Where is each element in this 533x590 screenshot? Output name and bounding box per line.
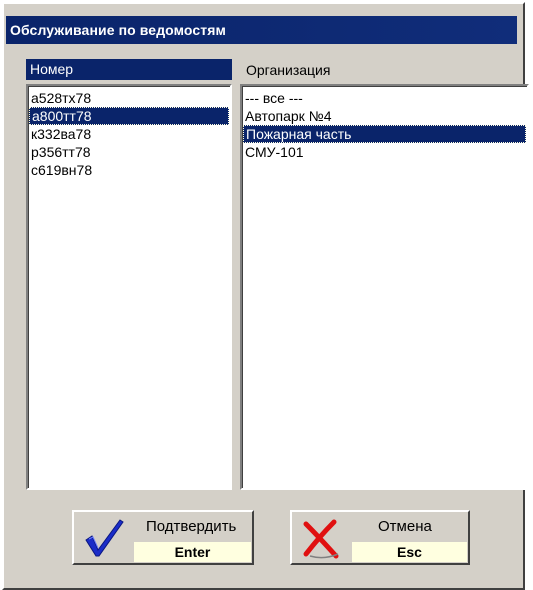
organization-list[interactable]: --- все --- Автопарк №4 Пожарная часть С… xyxy=(240,84,529,490)
checkmark-icon xyxy=(80,516,128,560)
number-list-item[interactable]: к332ва78 xyxy=(29,125,229,143)
number-list[interactable]: а528тх78 а800тт78 к332ва78 р356тт78 с619… xyxy=(26,84,232,490)
organization-list-item[interactable]: СМУ-101 xyxy=(243,143,526,161)
number-list-item[interactable]: с619вн78 xyxy=(29,161,229,179)
organization-list-item[interactable]: Автопарк №4 xyxy=(243,107,526,125)
confirm-shortcut-key: Enter xyxy=(134,542,251,562)
window-title: Обслуживание по ведомостям xyxy=(6,16,517,44)
organization-column-header: Организация xyxy=(246,62,331,78)
cancel-shortcut-key: Esc xyxy=(352,542,467,562)
organization-list-item[interactable]: --- все --- xyxy=(243,89,526,107)
confirm-button-label: Подтвердить xyxy=(146,518,237,535)
number-list-item[interactable]: а528тх78 xyxy=(29,89,229,107)
cross-icon xyxy=(298,516,346,560)
number-list-item-selected[interactable]: а800тт78 xyxy=(29,107,229,125)
cancel-button[interactable]: Отмена Esc xyxy=(290,510,470,565)
confirm-button[interactable]: Подтвердить Enter xyxy=(72,510,254,565)
organization-list-item-selected[interactable]: Пожарная часть xyxy=(243,125,526,143)
number-column-header: Номер xyxy=(26,59,232,80)
number-list-item[interactable]: р356тт78 xyxy=(29,143,229,161)
cancel-button-label: Отмена xyxy=(378,518,432,535)
